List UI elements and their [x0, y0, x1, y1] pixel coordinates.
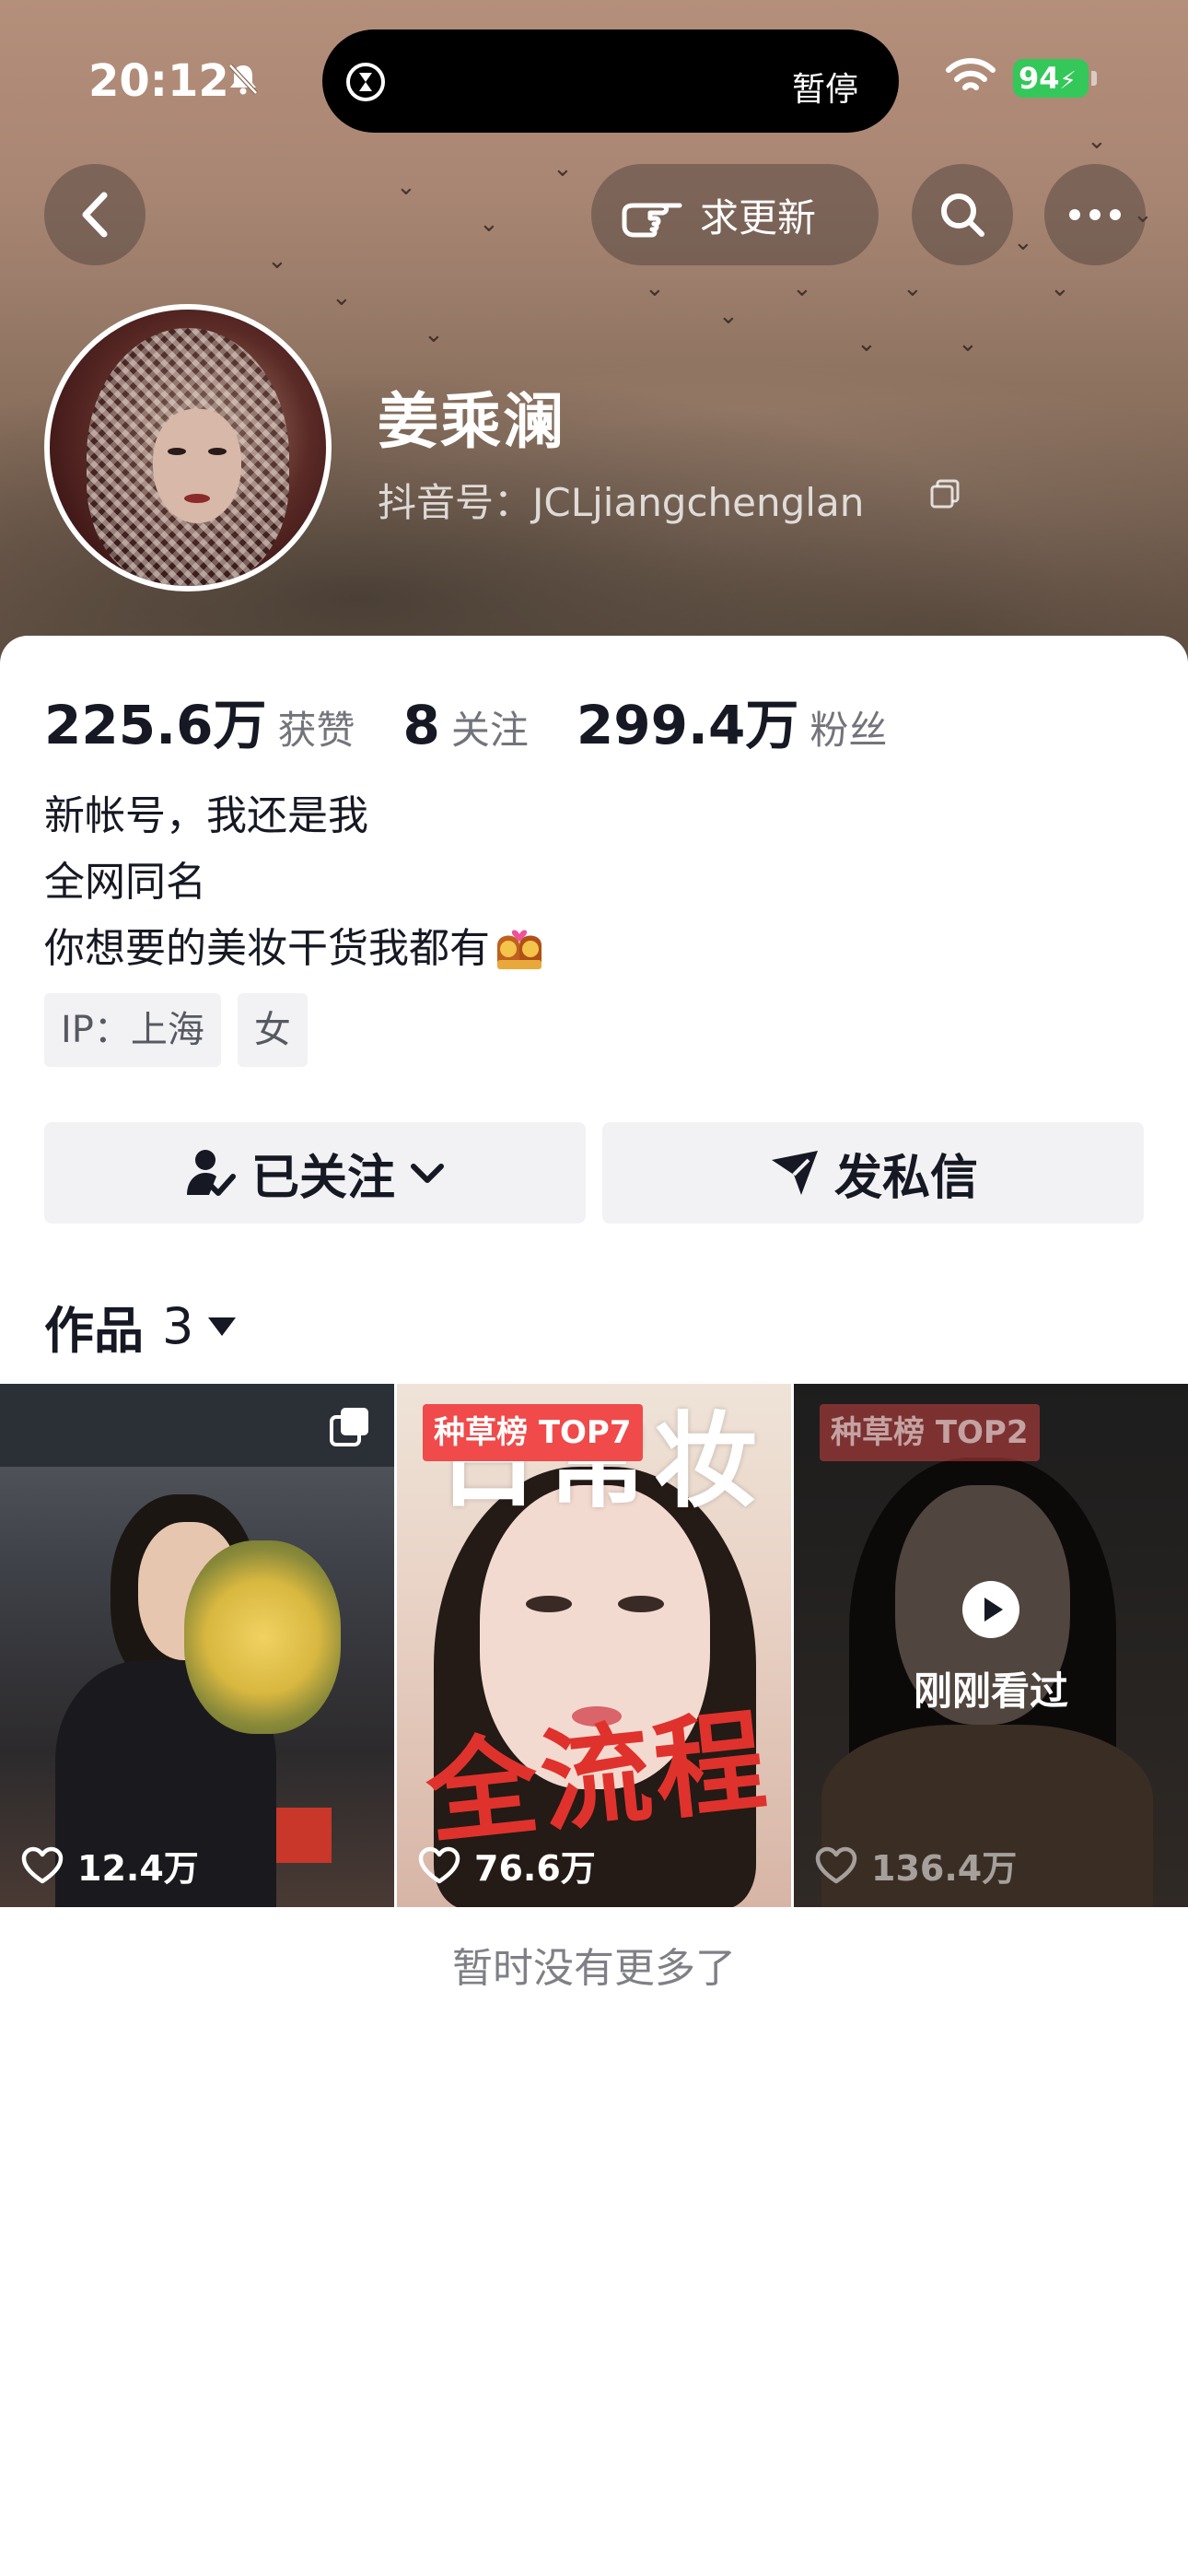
tile-person-eye	[618, 1596, 664, 1612]
status-time: 20:12	[88, 55, 229, 107]
bell-off-icon	[228, 64, 258, 95]
followers-count[interactable]: 299.4万	[577, 682, 798, 759]
followers-label: 粉丝	[809, 708, 888, 753]
ranking-badge: 种草榜 TOP2	[820, 1404, 1040, 1461]
bird-shape: ⌄	[645, 275, 665, 302]
bio-line: 全网同名	[44, 859, 206, 906]
timer-icon	[346, 63, 385, 101]
tile-likes: 12.4万	[20, 1840, 199, 1891]
no-more-label: 暂时没有更多了	[452, 1945, 736, 1992]
douyin-id: 抖音号：JCLjiangchenglan	[378, 480, 865, 525]
bird-shape: ⌄	[267, 247, 287, 275]
work-tile[interactable]: 种草榜 TOP2 刚刚看过 136.4万	[794, 1384, 1188, 1907]
heart-icon	[21, 1846, 64, 1883]
bird-shape: ⌄	[553, 155, 573, 182]
message-button[interactable]: 发私信	[602, 1122, 1144, 1224]
back-icon	[82, 192, 108, 238]
work-tile[interactable]: 日常妆 全流程 种草榜 TOP7 76.6万	[397, 1384, 791, 1907]
bio-line: 新帐号，我还是我	[44, 792, 368, 839]
ip-location-tag: IP：上海	[44, 993, 221, 1067]
profile-stats: 225.6万 获赞 8 关注 299.4万 粉丝	[44, 682, 935, 756]
back-button[interactable]	[44, 164, 146, 265]
bio-line: 你想要的美妆干货我都有	[44, 925, 490, 972]
works-tab[interactable]: 作品 3	[44, 1290, 238, 1363]
bird-shape: ⌄	[718, 302, 739, 330]
avatar[interactable]	[44, 304, 332, 591]
hand-point-icon	[622, 203, 682, 238]
more-icon	[1069, 209, 1121, 220]
multi-image-icon	[330, 1408, 368, 1446]
likes-count[interactable]: 225.6万	[44, 682, 266, 759]
request-update-button[interactable]: 求更新	[591, 164, 879, 265]
bird-shape: ⌄	[856, 330, 877, 357]
ranking-badge: 种草榜 TOP7	[423, 1404, 643, 1461]
battery-level: 94	[1019, 61, 1060, 96]
message-label: 发私信	[833, 1150, 978, 1206]
bird-shape: ⌄	[396, 173, 416, 201]
tile-likes: 76.6万	[417, 1840, 596, 1891]
avatar-lip	[184, 494, 210, 503]
avatar-face	[153, 409, 241, 523]
charging-icon: ⚡	[1059, 67, 1077, 95]
likes-label: 获赞	[277, 708, 355, 753]
bio: 新帐号，我还是我 全网同名 你想要的美妆干货我都有	[44, 783, 549, 982]
profile-name: 姜乘澜	[378, 386, 565, 457]
avatar-eye	[208, 448, 227, 455]
request-update-label: 求更新	[700, 194, 817, 240]
tile-stool	[276, 1808, 332, 1863]
tile-likes-count: 76.6万	[474, 1848, 596, 1889]
works-title: 作品	[44, 1302, 144, 1360]
tile-likes-count: 136.4万	[871, 1848, 1018, 1889]
send-icon	[771, 1151, 818, 1195]
bird-shape: ⌄	[1050, 275, 1070, 302]
dynamic-island[interactable]: 暂停	[322, 29, 899, 133]
profile-tags: IP：上海 女	[44, 993, 324, 1067]
battery-tip	[1091, 71, 1097, 86]
tile-likes: 136.4万	[814, 1840, 1017, 1891]
bird-shape: ⌄	[1087, 127, 1107, 155]
bird-shape: ⌄	[792, 275, 812, 302]
following-label: 关注	[450, 708, 529, 753]
avatar-eye	[168, 448, 186, 455]
following-button[interactable]: 已关注	[44, 1122, 586, 1224]
bird-shape: ⌄	[903, 275, 923, 302]
tile-likes-count: 12.4万	[77, 1848, 199, 1889]
bird-shape: ⌄	[479, 210, 499, 238]
following-label: 已关注	[250, 1150, 395, 1206]
chevron-down-icon	[411, 1164, 444, 1183]
work-tile[interactable]: 12.4万	[0, 1384, 394, 1907]
bio-line-with-emoji: 你想要的美妆干货我都有	[44, 916, 549, 982]
more-button[interactable]	[1044, 164, 1146, 265]
bird-shape: ⌄	[1013, 228, 1033, 256]
recently-viewed-label: 刚刚看过	[913, 1669, 1068, 1714]
user-check-icon	[186, 1150, 236, 1196]
bird-shape: ⌄	[424, 321, 444, 348]
gender-tag: 女	[237, 993, 308, 1067]
bird-shape: ⌄	[332, 284, 352, 311]
wifi-icon	[946, 58, 996, 90]
heart-icon	[815, 1846, 857, 1883]
couple-with-heart-emoji	[497, 930, 542, 969]
search-icon	[941, 193, 984, 237]
heart-icon	[418, 1846, 460, 1883]
copy-icon[interactable]	[928, 477, 961, 510]
tile-durian	[184, 1540, 341, 1734]
works-count: 3	[162, 1297, 194, 1355]
bird-shape: ⌄	[958, 330, 978, 357]
search-button[interactable]	[912, 164, 1013, 265]
island-pause-label: 暂停	[791, 71, 858, 109]
caret-down-icon	[208, 1317, 237, 1336]
battery-indicator: 94⚡	[1013, 59, 1089, 98]
tile-person-eye	[526, 1596, 572, 1612]
tile-dim-overlay	[794, 1384, 1188, 1907]
following-count[interactable]: 8	[402, 694, 439, 756]
play-icon	[962, 1581, 1019, 1638]
